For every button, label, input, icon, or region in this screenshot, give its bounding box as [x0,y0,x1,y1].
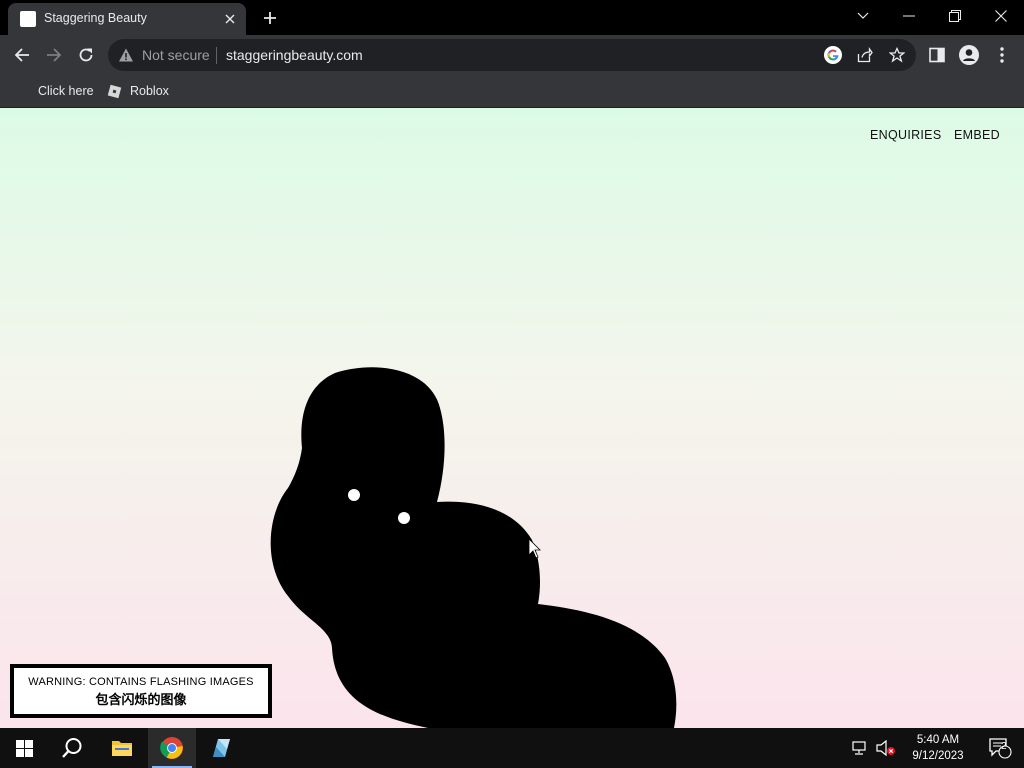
clock-time: 5:40 AM [916,734,960,746]
tab-favicon [20,11,36,27]
side-panel-icon[interactable] [923,41,951,69]
warning-text-en: WARNING: CONTAINS FLASHING IMAGES [28,676,254,688]
volume-muted-icon[interactable] [872,728,900,768]
flashing-warning-box: WARNING: CONTAINS FLASHING IMAGES 包含闪烁的图… [10,664,272,718]
app-icon[interactable] [196,728,244,768]
bookmark-label: Click here [38,84,94,98]
address-bar[interactable]: Not secure staggeringbeauty.com [108,39,916,71]
windows-taskbar: 5:40 AM 9/12/2023 2 [0,728,1024,768]
close-window-icon[interactable] [978,0,1024,32]
bookmarks-bar: Click here Roblox [0,75,1024,108]
browser-tab[interactable]: Staggering Beauty [8,3,246,35]
url-text[interactable]: staggeringbeauty.com [226,47,363,63]
tab-strip: Staggering Beauty [0,0,1024,35]
chrome-icon[interactable] [148,728,196,768]
back-icon[interactable] [8,41,36,69]
bookmark-label: Roblox [130,84,169,98]
staggering-beauty-creature[interactable] [0,108,1024,728]
menu-icon[interactable] [988,41,1016,69]
minimize-icon[interactable] [886,0,932,32]
clock-date: 9/12/2023 [912,750,964,762]
search-icon[interactable] [48,728,96,768]
forward-icon[interactable] [40,41,68,69]
system-clock[interactable]: 5:40 AM 9/12/2023 [906,732,970,764]
restore-icon[interactable] [932,0,978,32]
warning-icon[interactable] [118,47,134,68]
network-icon[interactable] [846,728,872,768]
file-explorer-icon[interactable] [98,728,146,768]
bookmark-roblox[interactable]: Roblox [107,82,169,100]
google-icon[interactable] [823,45,843,65]
creature-eye-left [348,489,360,501]
notification-icon[interactable]: 2 [976,728,1024,768]
windows-start-icon[interactable] [0,728,48,768]
star-icon[interactable] [887,45,907,65]
profile-icon[interactable] [955,41,983,69]
creature-body [270,367,677,728]
notification-count: 2 [1001,741,1007,752]
omnibox-divider [216,47,217,64]
plus-icon[interactable] [258,6,282,30]
share-icon[interactable] [855,45,875,65]
bookmark-click-here[interactable]: Click here [38,82,94,100]
browser-toolbar: Not secure staggeringbeauty.com [0,35,1024,75]
roblox-icon [107,84,122,99]
page-content: ENQUIRIES EMBED WARNING: CONTAINS FLASHI… [0,108,1024,728]
chevron-down-icon[interactable] [840,0,886,32]
close-icon[interactable] [220,9,240,29]
creature-eye-right [398,512,410,524]
reload-icon[interactable] [72,41,100,69]
warning-text-zh: 包含闪烁的图像 [95,692,187,707]
tab-title: Staggering Beauty [44,11,147,25]
security-label[interactable]: Not secure [142,47,210,63]
